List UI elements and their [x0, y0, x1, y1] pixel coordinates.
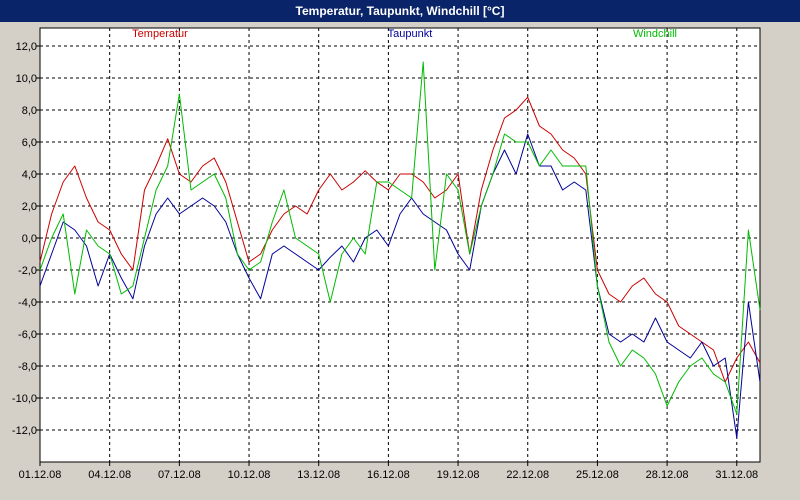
y-tick-label: 8,0	[22, 105, 37, 117]
x-tick-label: 04.12.08	[88, 469, 131, 481]
x-tick-label: 25.12.08	[576, 469, 619, 481]
legend-item-windchill: Windchill	[633, 28, 677, 40]
y-tick-label: -12,0	[12, 425, 37, 437]
legend-item-taupunkt: Taupunkt	[388, 28, 433, 40]
x-tick-label: 10.12.08	[228, 469, 271, 481]
x-tick-label: 01.12.08	[19, 469, 62, 481]
y-tick-label: -4,0	[18, 297, 37, 309]
x-tick-label: 07.12.08	[158, 469, 201, 481]
x-tick-label: 28.12.08	[646, 469, 689, 481]
y-tick-label: -6,0	[18, 329, 37, 341]
y-tick-label: 4,0	[22, 169, 37, 181]
y-tick-label: 6,0	[22, 137, 37, 149]
y-tick-label: 10,0	[16, 73, 37, 85]
x-tick-label: 13.12.08	[297, 469, 340, 481]
y-tick-label: 0,0	[22, 233, 37, 245]
chart-window: Temperatur, Taupunkt, Windchill [°C] 12,…	[0, 0, 800, 500]
x-tick-label: 16.12.08	[367, 469, 410, 481]
plot-area	[39, 27, 761, 463]
y-tick-label: -8,0	[18, 361, 37, 373]
y-tick-label: 2,0	[22, 201, 37, 213]
y-tick-label: -10,0	[12, 393, 37, 405]
x-tick-label: 31.12.08	[715, 469, 758, 481]
chart-canvas: 12,0 10,0 8,0 6,0 4,0 2,0 0,0 -2,0 -4,0 -6,0 -8,0 -…	[0, 22, 800, 500]
window-title: Temperatur, Taupunkt, Windchill [°C]	[0, 0, 800, 22]
x-tick-label: 19.12.08	[437, 469, 480, 481]
x-tick-label: 22.12.08	[506, 469, 549, 481]
y-tick-label: 12,0	[16, 41, 37, 53]
y-tick-label: -2,0	[18, 265, 37, 277]
legend-item-temperatur: Temperatur	[132, 28, 188, 40]
